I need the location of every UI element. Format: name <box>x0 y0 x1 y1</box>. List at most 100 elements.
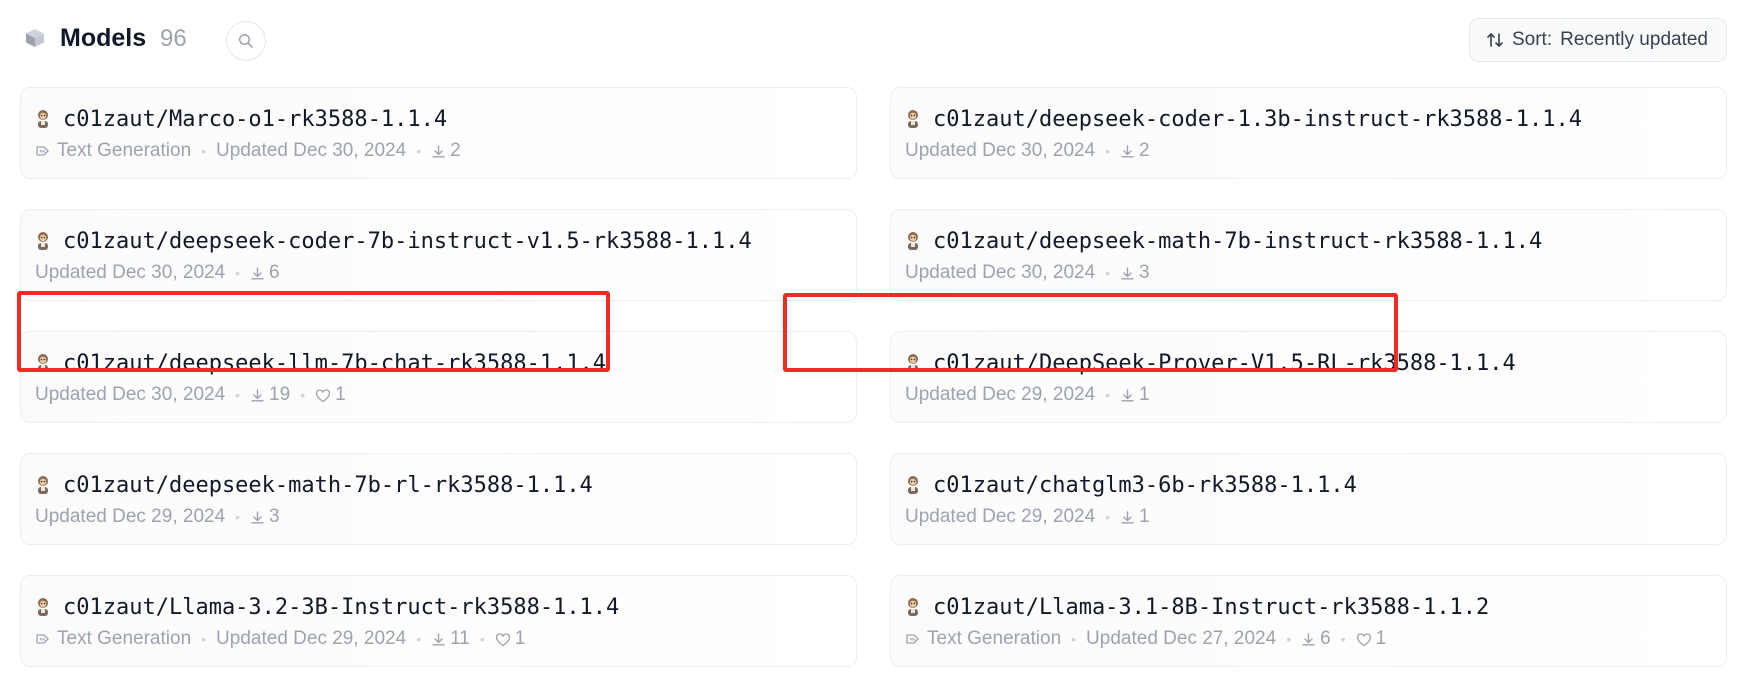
download-icon <box>1120 144 1135 159</box>
model-card[interactable]: c01zaut/deepseek-llm-7b-chat-rk3588-1.1.… <box>20 331 857 423</box>
models-header: Models 96 Sort: Recently updated <box>20 18 1727 62</box>
separator-dot: • <box>1340 631 1346 647</box>
download-icon <box>1120 266 1135 281</box>
model-downloads: 1 <box>1139 384 1150 405</box>
model-title-row: c01zaut/deepseek-math-7b-instruct-rk3588… <box>905 226 1714 256</box>
model-count: 96 <box>160 25 187 52</box>
download-icon <box>1120 510 1135 525</box>
model-grid: c01zaut/Marco-o1-rk3588-1.1.4 Text Gener… <box>20 87 1727 667</box>
user-avatar-icon <box>908 476 918 494</box>
model-name[interactable]: c01zaut/deepseek-coder-7b-instruct-v1.5-… <box>63 229 752 254</box>
model-task: Text Generation <box>927 628 1062 649</box>
user-avatar-icon <box>38 354 48 372</box>
model-downloads: 2 <box>1139 140 1150 161</box>
model-likes: 1 <box>1375 628 1387 649</box>
model-name[interactable]: c01zaut/chatglm3-6b-rk3588-1.1.4 <box>933 473 1357 498</box>
model-card[interactable]: c01zaut/deepseek-math-7b-rl-rk3588-1.1.4… <box>20 453 857 545</box>
separator-dot: • <box>416 143 422 159</box>
model-title-row: c01zaut/Llama-3.2-3B-Instruct-rk3588-1.1… <box>35 592 844 622</box>
model-name[interactable]: c01zaut/Llama-3.2-3B-Instruct-rk3588-1.1… <box>63 595 619 620</box>
separator-dot: • <box>1105 509 1111 525</box>
model-updated: Updated Dec 29, 2024 <box>35 506 226 527</box>
model-downloads: 3 <box>1139 262 1150 283</box>
download-icon <box>1120 388 1135 403</box>
user-avatar-icon <box>908 354 918 372</box>
model-likes: 1 <box>335 384 346 405</box>
model-title-row: c01zaut/deepseek-llm-7b-chat-rk3588-1.1.… <box>35 348 844 378</box>
heart-icon <box>495 632 511 647</box>
model-name[interactable]: c01zaut/Marco-o1-rk3588-1.1.4 <box>63 107 447 132</box>
model-downloads: 19 <box>269 384 291 405</box>
model-name[interactable]: c01zaut/deepseek-coder-1.3b-instruct-rk3… <box>933 107 1582 132</box>
model-title-row: c01zaut/deepseek-coder-1.3b-instruct-rk3… <box>905 104 1714 134</box>
model-meta: Updated Dec 30, 2024 • 19 • 1 <box>35 383 844 407</box>
model-meta: Updated Dec 29, 2024 • 1 <box>905 505 1714 529</box>
download-icon <box>250 510 265 525</box>
model-downloads: 6 <box>269 262 280 283</box>
model-downloads: 1 <box>1139 506 1150 527</box>
sort-button[interactable]: Sort: Recently updated <box>1468 18 1727 62</box>
model-updated: Updated Dec 30, 2024 <box>216 140 407 161</box>
model-name[interactable]: c01zaut/deepseek-math-7b-instruct-rk3588… <box>933 229 1542 254</box>
download-icon <box>250 266 265 281</box>
model-name[interactable]: c01zaut/deepseek-llm-7b-chat-rk3588-1.1.… <box>63 351 606 376</box>
user-avatar-icon <box>908 110 918 128</box>
model-meta: Updated Dec 30, 2024 • 3 <box>905 261 1714 285</box>
sort-value: Recently updated <box>1560 29 1708 50</box>
model-card[interactable]: c01zaut/Llama-3.1-8B-Instruct-rk3588-1.1… <box>890 575 1727 667</box>
model-updated: Updated Dec 30, 2024 <box>905 140 1096 161</box>
model-meta: Text Generation • Updated Dec 27, 2024 • 6 • 1 <box>905 627 1714 651</box>
model-name[interactable]: c01zaut/Llama-3.1-8B-Instruct-rk3588-1.1… <box>933 595 1489 620</box>
model-updated: Updated Dec 29, 2024 <box>905 384 1096 405</box>
model-name[interactable]: c01zaut/deepseek-math-7b-rl-rk3588-1.1.4 <box>63 473 593 498</box>
model-updated: Updated Dec 30, 2024 <box>35 384 226 405</box>
separator-dot: • <box>1105 143 1111 159</box>
model-title-row: c01zaut/deepseek-coder-7b-instruct-v1.5-… <box>35 226 844 256</box>
user-avatar-icon <box>908 598 918 616</box>
model-meta: Updated Dec 30, 2024 • 2 <box>905 139 1714 163</box>
download-icon <box>250 388 265 403</box>
model-title-row: c01zaut/chatglm3-6b-rk3588-1.1.4 <box>905 470 1714 500</box>
model-updated: Updated Dec 27, 2024 <box>1086 628 1277 649</box>
separator-dot: • <box>1286 631 1292 647</box>
model-updated: Updated Dec 29, 2024 <box>216 628 407 649</box>
sort-label: Sort: <box>1511 29 1553 50</box>
download-icon <box>431 144 446 159</box>
model-meta: Updated Dec 29, 2024 • 3 <box>35 505 844 529</box>
sort-arrows-icon <box>1486 31 1504 49</box>
model-meta: Text Generation • Updated Dec 30, 2024 • 2 <box>35 139 844 163</box>
user-avatar-icon <box>38 110 48 128</box>
model-title-row: c01zaut/deepseek-math-7b-rl-rk3588-1.1.4 <box>35 470 844 500</box>
model-downloads: 3 <box>269 506 280 527</box>
model-card[interactable]: c01zaut/DeepSeek-Prover-V1.5-RL-rk3588-1… <box>890 331 1727 423</box>
user-avatar-icon <box>38 598 48 616</box>
model-card[interactable]: c01zaut/deepseek-math-7b-instruct-rk3588… <box>890 209 1727 301</box>
separator-dot: • <box>235 387 241 403</box>
model-title-row: c01zaut/Llama-3.1-8B-Instruct-rk3588-1.1… <box>905 592 1714 622</box>
section-title: Models <box>60 24 147 52</box>
model-card[interactable]: c01zaut/Llama-3.2-3B-Instruct-rk3588-1.1… <box>20 575 857 667</box>
separator-dot: • <box>1105 387 1111 403</box>
separator-dot: • <box>1105 265 1111 281</box>
model-card[interactable]: c01zaut/deepseek-coder-7b-instruct-v1.5-… <box>20 209 857 301</box>
user-avatar-icon <box>908 232 918 250</box>
model-meta: Updated Dec 30, 2024 • 6 <box>35 261 844 285</box>
model-title-row: c01zaut/DeepSeek-Prover-V1.5-RL-rk3588-1… <box>905 348 1714 378</box>
text-generation-icon <box>35 631 51 647</box>
heart-icon <box>1356 632 1372 647</box>
model-task: Text Generation <box>57 140 192 161</box>
separator-dot: • <box>416 631 422 647</box>
download-icon <box>1301 632 1316 647</box>
search-button[interactable] <box>226 21 266 61</box>
text-generation-icon <box>905 631 921 647</box>
model-name[interactable]: c01zaut/DeepSeek-Prover-V1.5-RL-rk3588-1… <box>933 351 1516 376</box>
model-updated: Updated Dec 29, 2024 <box>905 506 1096 527</box>
separator-dot: • <box>201 143 207 159</box>
model-card[interactable]: c01zaut/deepseek-coder-1.3b-instruct-rk3… <box>890 87 1727 179</box>
model-card[interactable]: c01zaut/Marco-o1-rk3588-1.1.4 Text Gener… <box>20 87 857 179</box>
model-downloads: 2 <box>450 140 461 161</box>
model-downloads: 6 <box>1320 628 1331 649</box>
model-card[interactable]: c01zaut/chatglm3-6b-rk3588-1.1.4 Updated… <box>890 453 1727 545</box>
separator-dot: • <box>300 387 306 403</box>
model-meta: Updated Dec 29, 2024 • 1 <box>905 383 1714 407</box>
